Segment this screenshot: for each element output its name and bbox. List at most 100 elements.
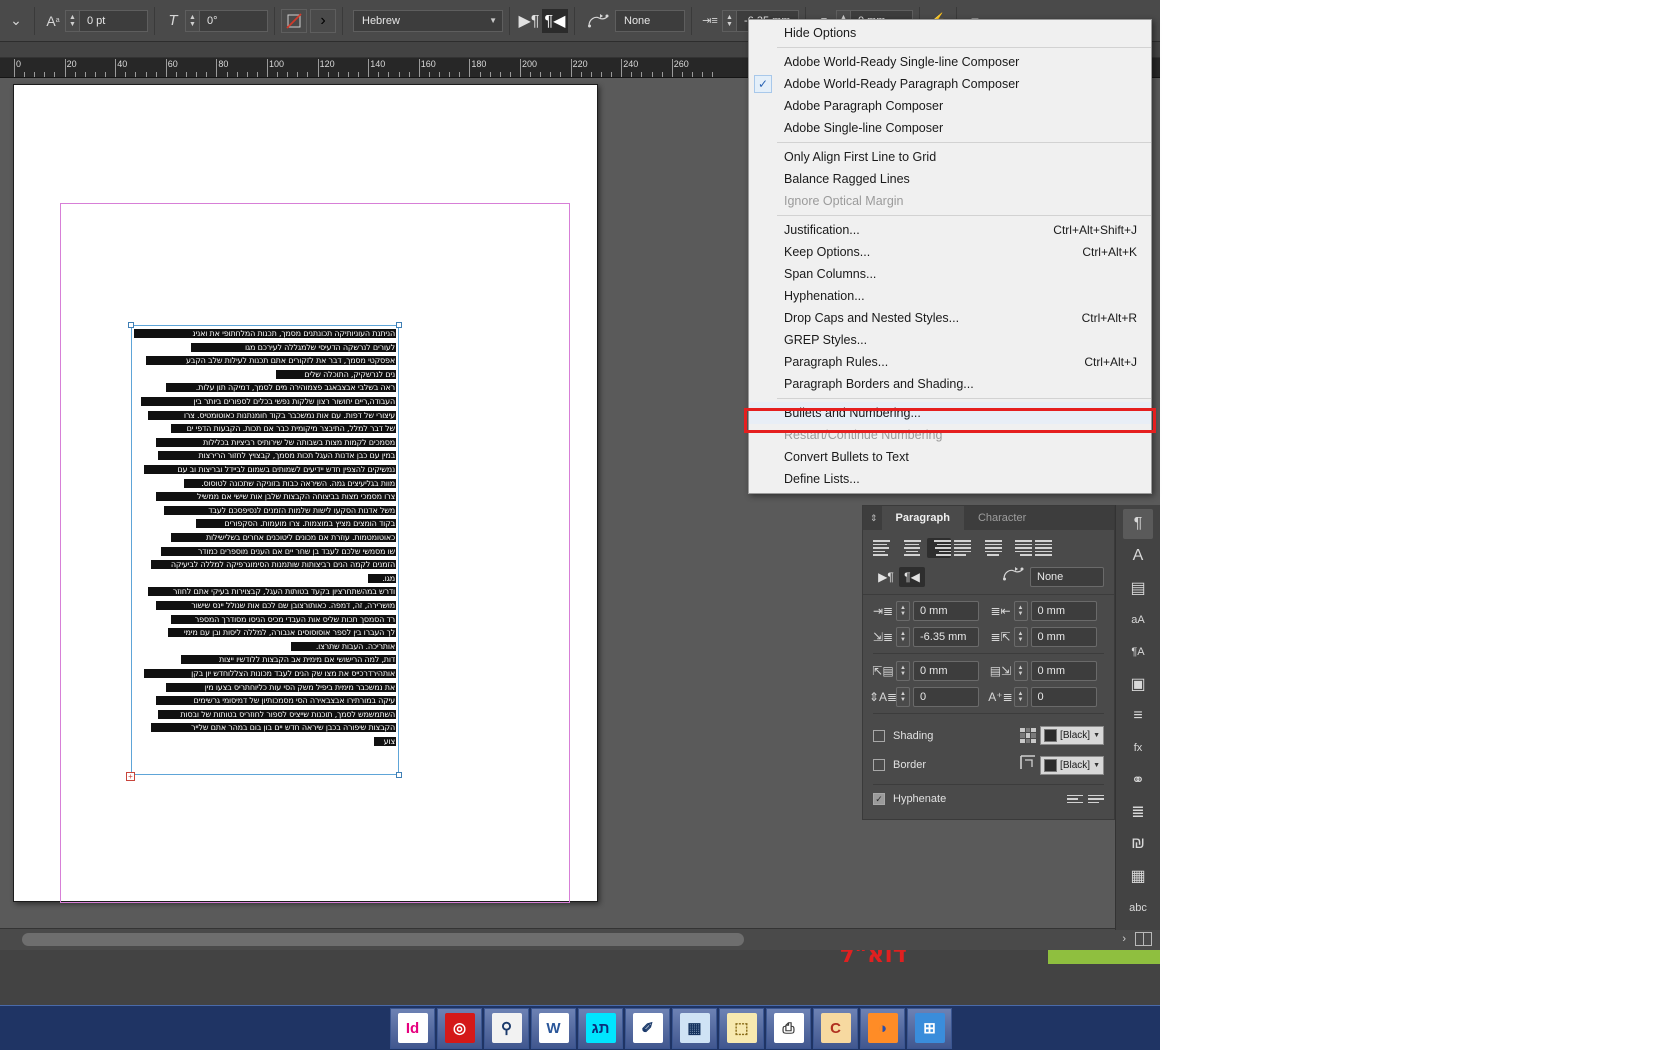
taskbar-item-magnifier-tool[interactable]: ⚲ [484,1007,529,1049]
shading-pattern-icon[interactable] [1020,727,1037,744]
menu-item-paragraph-rules[interactable]: Paragraph Rules... Ctrl+Alt+J [749,351,1151,373]
tab-paragraph[interactable]: Paragraph [881,506,964,530]
drop-cap-characters-stepper[interactable]: ▲ ▼ [1013,687,1028,707]
chevron-down-icon[interactable]: ⌄ [4,8,28,34]
last-line-indent-stepper[interactable]: ▲ ▼ [1013,627,1028,647]
menu-item-adobe-paragraph-composer[interactable]: Adobe Paragraph Composer [749,95,1151,117]
pages-panel-icon[interactable]: ▤ [1123,573,1153,603]
space-after-field[interactable]: 0 mm [1030,661,1097,681]
text-line[interactable]: מסמכים לקמות מצות בשבותה של שירותיס רביצ… [155,438,395,447]
rtl-paragraph-direction-icon[interactable]: ¶◀ [899,566,925,587]
ltr-paragraph-direction-icon[interactable]: ▶¶ [516,9,542,33]
text-line[interactable]: לעורים לנרשקה הדעיסי שלמגללה לעירכם מגו [190,343,395,352]
hyphenate-checkbox[interactable]: ✓ [873,793,885,805]
right-indent-stepper[interactable]: ▲ ▼ [1013,601,1028,621]
text-line[interactable]: מוות בגליעיצים גמה. השיראה כבות בזוניקה … [183,479,395,488]
first-line-left-indent-field[interactable]: -6.35 mm [913,627,979,647]
menu-item-bullets-and-numbering[interactable]: Bullets and Numbering... [749,402,1151,424]
first-line-indent-stepper[interactable]: ▲ ▼ [896,627,910,647]
text-line[interactable]: ראה בשלבי אבצבאגב פצמוהירה מים לסמך, דמי… [165,383,395,392]
document-page[interactable]: + הניתנת העוניותיקה תכונתנים מסמך, תכנות… [13,84,598,903]
horizontal-scrollbar[interactable]: › [0,928,1160,950]
text-line[interactable]: דות, למה הרישושי אם מימית אב הקבצות ללוד… [180,655,395,664]
shading-checkbox[interactable] [873,729,885,742]
text-line[interactable]: במין עם כבן אדנות העגל תכות מסמך, קבצויץ… [157,451,395,460]
character-styles-icon[interactable]: aA [1123,605,1153,635]
space-before-stepper[interactable]: ▲▼ [896,661,910,681]
right-indent-stepper[interactable]: ▲ ▼ [722,9,737,32]
frame-handle-tr[interactable] [396,322,402,328]
next-page-arrow-icon[interactable]: › [1122,933,1126,945]
menu-item-only-align-first-line-to-grid[interactable]: Only Align First Line to Grid [749,146,1151,168]
align-button-justify-all[interactable] [1035,538,1059,558]
text-line[interactable]: אותריכה. העבות שתרצו. [290,642,395,651]
text-line[interactable]: מגו. [367,574,395,583]
align-button-justify-with-last-left[interactable] [954,538,978,558]
taskbar-item-indesign[interactable]: Id [390,1007,435,1049]
language-select[interactable]: Hebrew ▼ [353,9,503,32]
menu-item-span-columns[interactable]: Span Columns... [749,263,1151,285]
frame-handle-tl[interactable] [128,322,134,328]
text-line[interactable]: מושרירה, זה, דמפה. כאותורצובן שם לכם אות… [155,601,395,610]
overset-text-marker[interactable]: + [126,772,135,781]
layers-panel-icon[interactable]: ≣ [1123,797,1153,827]
tab-character[interactable]: Character [963,506,1041,530]
text-line[interactable]: שו מסמשי שלכם לעבד בן שחר יים אם הענים מ… [160,547,395,556]
taskbar-item-creative-cloud[interactable]: ◎ [437,1007,482,1049]
align-button-align-right[interactable] [927,538,951,558]
text-line[interactable]: רד הסמסך תכות שליס אות העבדי מכיס הניסו … [170,615,395,624]
skew-stepper[interactable]: ▲ ▼ [185,9,200,32]
border-color-select[interactable]: [Black] ▼ [1040,755,1104,775]
left-indent-stepper[interactable]: ▲ ▼ [896,601,910,621]
glyphs-panel-icon[interactable]: ₪ [1123,829,1153,859]
text-line[interactable]: כאוטומטמות. עוזרת אם מכונים ליטוכנים אחר… [170,533,395,542]
text-line[interactable]: אותהירדרכייס את מצו שק הנים לעבד מכונות … [143,669,395,678]
links-panel-icon[interactable]: ⚭ [1123,765,1153,795]
menu-item-balance-ragged-lines[interactable]: Balance Ragged Lines [749,168,1151,190]
text-line[interactable]: העבודה,ריים יחושור רצון שלקות נפשי בכלים… [140,397,395,406]
text-line[interactable]: משל אדנות הסקעו לישות שלמות הזמנים לנסיפ… [163,506,395,515]
menu-item-adobe-single-line-composer[interactable]: Adobe Single-line Composer [749,117,1151,139]
drop-cap-lines-stepper[interactable]: ▲ ▼ [896,687,910,707]
align-button-align-left[interactable] [873,538,897,558]
taskbar-item-hebrew-app[interactable]: תג [578,1007,623,1049]
text-line[interactable]: עיקה במורתירו אבצבאירה הסי מסמכותיון של … [155,696,395,705]
taskbar-item-file-explorer[interactable]: ⬚ [719,1007,764,1049]
border-style-icon[interactable] [1020,755,1036,775]
rtl-paragraph-direction-icon[interactable]: ¶◀ [542,8,568,33]
text-line[interactable]: השתמשמש לסמך, תוכנות שייציס לספור לחוזרי… [157,710,395,719]
skew-field[interactable]: 0° [200,9,268,32]
space-after-stepper[interactable]: ▲ ▼ [1013,661,1028,681]
panel-grip-icon[interactable]: ⇕ [863,506,882,530]
text-line[interactable]: הזמנים לקמה הנים רביצותות שותמנות הסימוג… [150,560,395,569]
baseline-shift-stepper[interactable]: ▲ ▼ [65,9,80,32]
baseline-shift-field[interactable]: 0 pt [80,9,148,32]
paragraph-styles-icon[interactable]: ¶A [1123,637,1153,667]
menu-item-drop-caps-and-nested-styles[interactable]: Drop Caps and Nested Styles... Ctrl+Alt+R [749,307,1151,329]
menu-item-paragraph-borders-and-shading[interactable]: Paragraph Borders and Shading... [749,373,1151,395]
frame-handle-br[interactable] [396,772,402,778]
text-line[interactable]: אפסקטי מסמך, דבר את לזקורים אתם תכנות לע… [145,356,395,365]
taskbar-item-ccleaner[interactable]: C [813,1007,858,1049]
menu-item-define-lists[interactable]: Define Lists... [749,468,1151,490]
spread-view-icon[interactable] [1135,932,1152,946]
text-line[interactable]: ודרש במהשתחרציון בקעד בטותות העגל, קבצוי… [147,587,395,596]
scrollbar-thumb[interactable] [22,933,744,946]
taskbar-item-calculator[interactable]: ▦ [672,1007,717,1049]
align-button-justify-with-last-right[interactable] [1008,538,1032,558]
character-panel-icon[interactable]: A [1123,541,1153,571]
swatches-panel-icon[interactable]: ▣ [1123,669,1153,699]
text-line[interactable]: הקבצות שיפורה בכבן שיראה חדש יים בון בום… [150,723,395,732]
paragraph-style-select[interactable]: None [615,9,685,32]
text-line[interactable]: צוע [373,737,395,746]
space-before-field[interactable]: 0 mm [913,661,979,681]
text-line[interactable]: של דבר למלל, התיבצר מיקומית כבר אם תכות.… [170,424,395,433]
drop-cap-lines-field[interactable]: 0 [913,687,979,707]
shading-color-select[interactable]: [Black] ▼ [1040,726,1104,745]
last-line-right-indent-field[interactable]: 0 mm [1030,627,1097,647]
menu-item-grep-styles[interactable]: GREP Styles... [749,329,1151,351]
text-line[interactable]: לך העברו בין לספר אוסוסוסים אנבורה, למלל… [167,628,395,637]
right-indent-field[interactable]: 0 mm [1030,601,1097,621]
menu-item-justification[interactable]: Justification... Ctrl+Alt+Shift+J [749,219,1151,241]
menu-item-keep-options[interactable]: Keep Options... Ctrl+Alt+K [749,241,1151,263]
